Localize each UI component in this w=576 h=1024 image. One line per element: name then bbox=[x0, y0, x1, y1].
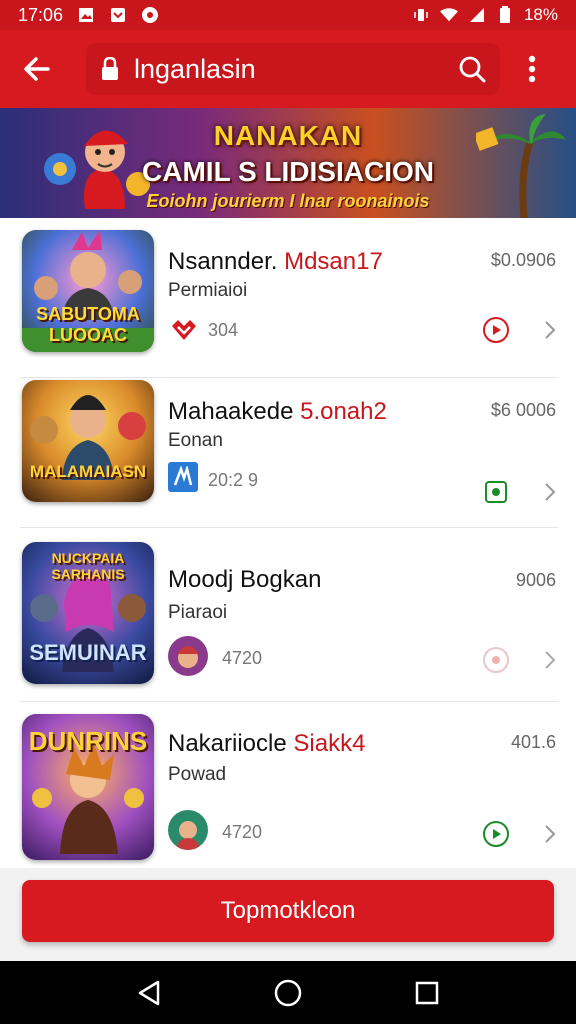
item-title: Mahaakede 5.onah2 bbox=[168, 398, 387, 426]
avatar bbox=[168, 810, 208, 850]
item-title: Moodj Bogkan bbox=[168, 566, 321, 594]
item-subtitle: Eonan bbox=[168, 430, 223, 451]
app-notification-icon bbox=[141, 6, 159, 24]
thumbnail-heading: NUCKPAIA SARHANIS bbox=[51, 550, 125, 582]
vibrate-icon bbox=[412, 6, 430, 24]
item-title-accent: Siakk4 bbox=[293, 730, 366, 757]
search-input[interactable]: lnganlasin bbox=[134, 54, 456, 85]
play-icon[interactable] bbox=[482, 646, 510, 674]
list-item[interactable]: DUNRINS Nakariiocle Siakk4 Powad 401.6 4… bbox=[0, 702, 576, 868]
primary-action-button[interactable]: Topmotklcon bbox=[22, 880, 554, 942]
search-bar[interactable]: lnganlasin bbox=[86, 43, 500, 95]
status-time: 17:06 bbox=[18, 4, 64, 25]
battery-percent: 18% bbox=[523, 5, 558, 24]
battery-icon bbox=[496, 6, 514, 24]
status-right: 18% bbox=[412, 5, 558, 25]
lock-icon bbox=[98, 57, 122, 81]
nav-back-button[interactable] bbox=[127, 971, 171, 1015]
list-item[interactable]: MALAMAIASN Mahaakede 5.onah2 Eonan $6 00… bbox=[0, 368, 576, 528]
item-title-text: Mahaakede bbox=[168, 398, 301, 425]
game-art bbox=[30, 395, 146, 480]
item-title: Nsannder. Mdsan17 bbox=[168, 248, 383, 276]
game-thumbnail[interactable]: DUNRINS bbox=[22, 714, 154, 860]
item-title: Nakariiocle Siakk4 bbox=[168, 730, 365, 758]
item-meta: 20:2 9 bbox=[208, 470, 259, 490]
thumbnail-title: DUNRINS bbox=[28, 726, 148, 756]
item-price: $6 0006 bbox=[490, 400, 556, 420]
avatar bbox=[168, 636, 208, 676]
promo-banner[interactable]: ? NANAKAN CAMIL S LIDISIACION Eoiohn jou… bbox=[0, 108, 576, 218]
chevron-right-icon[interactable] bbox=[542, 822, 558, 846]
banner-title: NANAKAN bbox=[213, 120, 363, 151]
nav-home-button[interactable] bbox=[266, 971, 310, 1015]
chevron-right-icon[interactable] bbox=[542, 648, 558, 672]
thumbnail-title: SABUTOMA LUOOAC bbox=[36, 304, 140, 345]
wifi-icon bbox=[439, 6, 458, 24]
search-icon[interactable] bbox=[456, 53, 488, 85]
gallery-notification-icon bbox=[77, 6, 95, 24]
item-title-text: Nakariiocle bbox=[168, 730, 294, 757]
thumbnail-title: SEMUINAR bbox=[29, 640, 147, 665]
game-thumbnail[interactable]: MALAMAIASN bbox=[22, 380, 154, 502]
signal-icon bbox=[468, 6, 486, 24]
thumbnail-title: MALAMAIASN bbox=[29, 462, 147, 481]
back-button[interactable] bbox=[12, 44, 62, 94]
back-arrow-icon bbox=[24, 57, 50, 81]
app-badge-icon bbox=[168, 462, 198, 492]
game-thumbnail[interactable]: NUCKPAIA SARHANIS SEMUINAR bbox=[22, 542, 154, 684]
play-icon[interactable] bbox=[482, 316, 510, 344]
app-bar: lnganlasin bbox=[0, 30, 576, 108]
download-icon[interactable] bbox=[482, 478, 510, 506]
nav-back-icon bbox=[139, 980, 160, 1005]
item-title-text: Nsannder. bbox=[168, 248, 285, 275]
item-title-text: Moodj Bogkan bbox=[168, 566, 322, 593]
chevron-right-icon[interactable] bbox=[542, 480, 558, 504]
banner-subtitle: CAMIL S LIDISIACION bbox=[142, 156, 434, 187]
chevron-right-icon[interactable] bbox=[542, 318, 558, 342]
bottom-action-area: Topmotklcon bbox=[0, 868, 576, 961]
item-meta: 4720 bbox=[222, 648, 263, 668]
item-subtitle: Piaraoi bbox=[168, 602, 228, 623]
status-bar: 17:06 18% bbox=[0, 0, 576, 30]
item-title-accent: Mdsan17 bbox=[284, 248, 383, 275]
item-meta: 304 bbox=[208, 320, 239, 340]
item-subtitle: Permiaioi bbox=[168, 280, 248, 301]
more-options-button[interactable] bbox=[512, 44, 552, 94]
banner-tagline: Eoiohn jourierm I lnar roonainois bbox=[146, 191, 430, 211]
game-list: SABUTOMA LUOOAC Nsannder. Mdsan17 Permia… bbox=[0, 218, 576, 868]
nav-recents-button[interactable] bbox=[405, 971, 449, 1015]
game-thumbnail[interactable]: SABUTOMA LUOOAC bbox=[22, 230, 154, 352]
more-vert-icon bbox=[528, 55, 536, 83]
system-nav-bar bbox=[0, 961, 576, 1024]
nav-recents-icon bbox=[415, 981, 438, 1004]
nav-home-icon bbox=[274, 979, 302, 1006]
item-price: 401.6 bbox=[510, 732, 556, 752]
list-item[interactable]: SABUTOMA LUOOAC Nsannder. Mdsan17 Permia… bbox=[0, 218, 576, 378]
list-item[interactable]: NUCKPAIA SARHANIS SEMUINAR Moodj Bogkan … bbox=[0, 528, 576, 702]
play-icon[interactable] bbox=[482, 820, 510, 848]
heart-icon bbox=[168, 314, 200, 346]
item-title-accent: 5.onah2 bbox=[300, 398, 387, 425]
item-price: 9006 bbox=[515, 570, 556, 590]
item-subtitle: Powad bbox=[168, 764, 227, 785]
status-left: 17:06 bbox=[18, 5, 159, 26]
item-meta: 4720 bbox=[222, 822, 263, 842]
item-price: $0.0906 bbox=[490, 250, 556, 270]
mail-notification-icon bbox=[109, 6, 127, 24]
